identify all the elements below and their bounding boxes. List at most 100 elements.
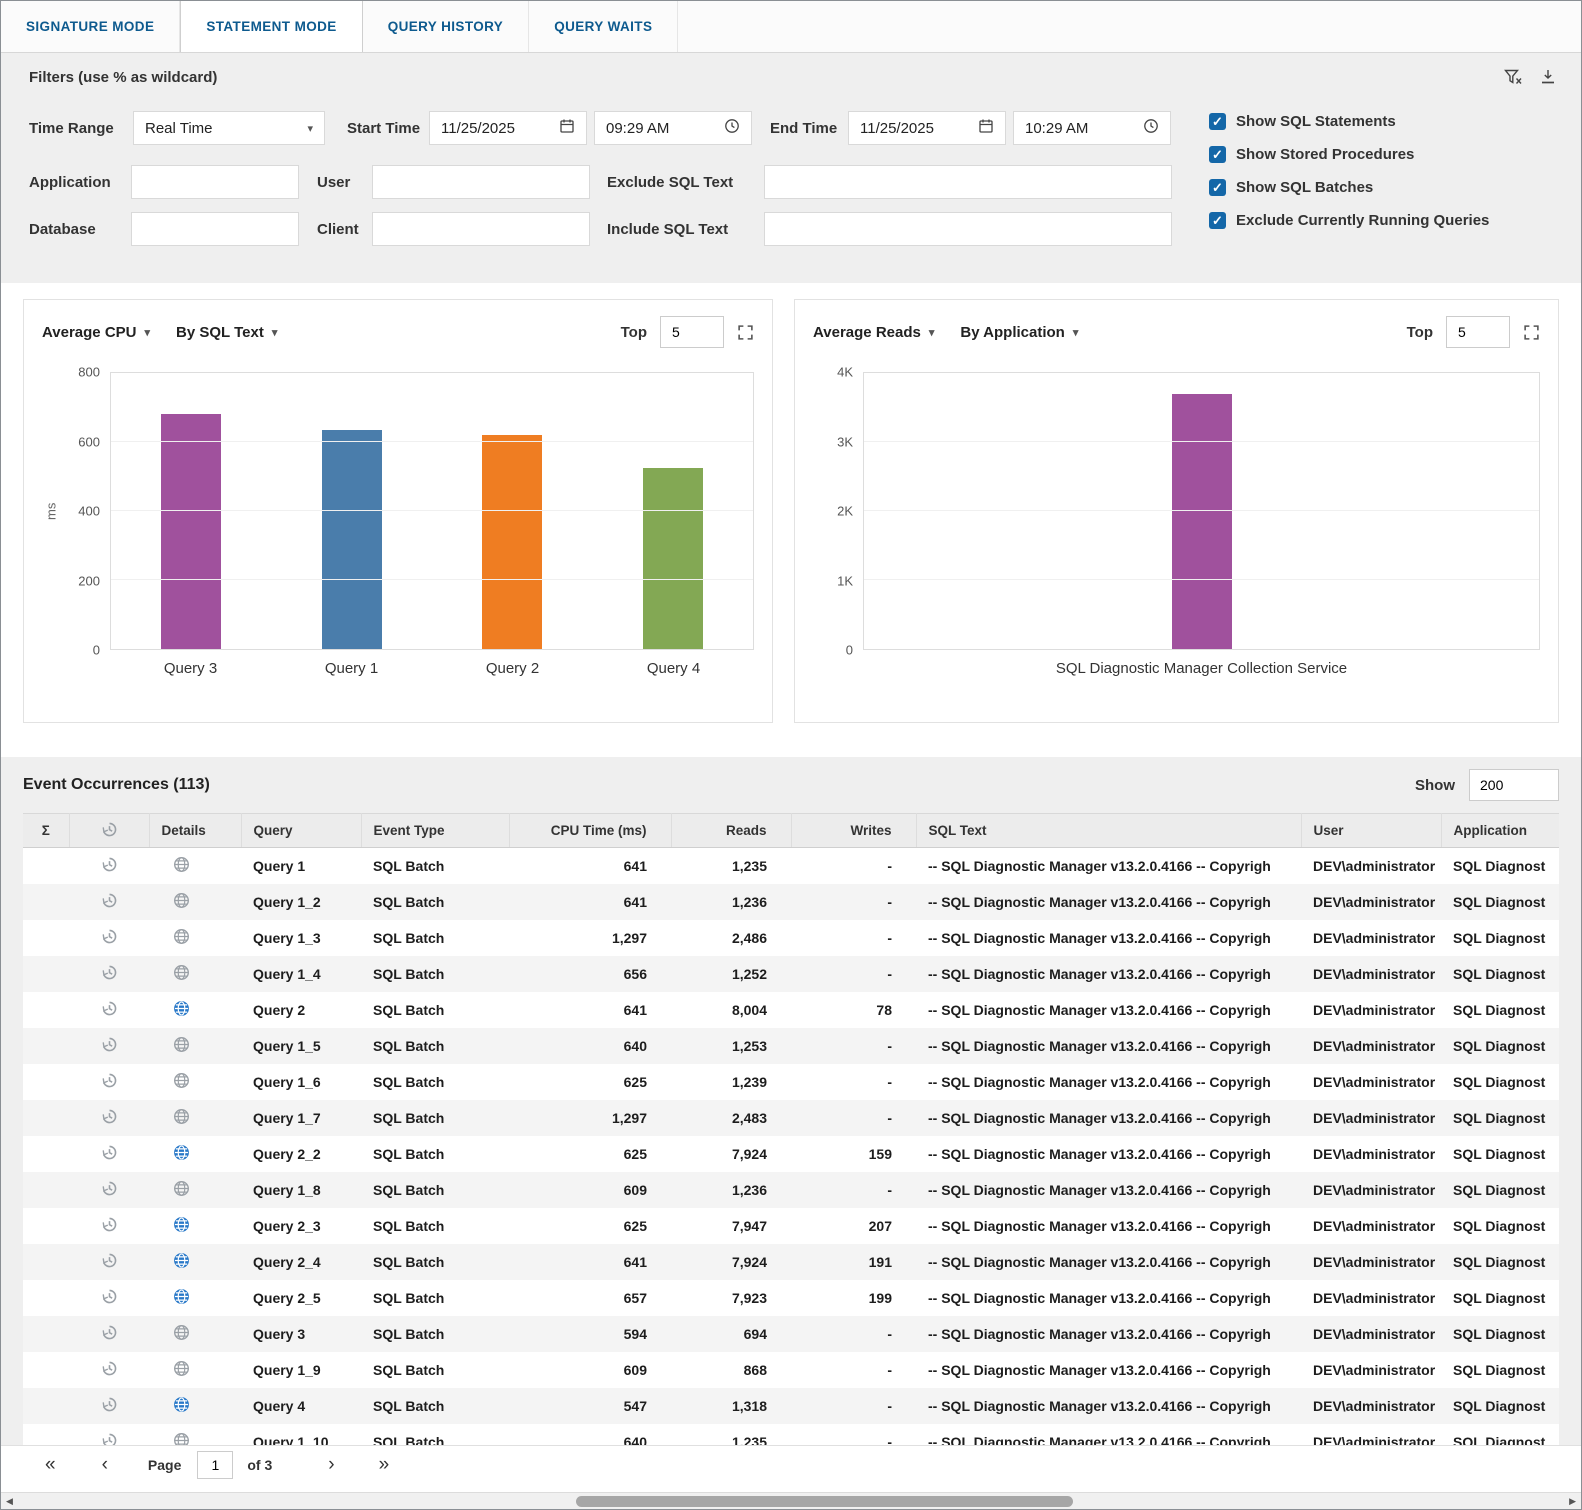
groupby-dropdown[interactable]: By SQL Text ▾ (176, 324, 277, 341)
history-icon[interactable] (101, 1328, 118, 1344)
details-cell[interactable] (149, 956, 241, 992)
checkbox-exclude-currently-running-queries[interactable]: ✓Exclude Currently Running Queries (1209, 212, 1489, 229)
details-cell[interactable] (149, 1064, 241, 1100)
history-cell[interactable] (69, 992, 149, 1028)
table-row[interactable]: Query 2_5SQL Batch6577,923199-- SQL Diag… (23, 1280, 1559, 1316)
details-globe-icon[interactable] (173, 1112, 190, 1128)
page-input[interactable] (197, 1451, 233, 1479)
details-cell[interactable] (149, 848, 241, 884)
details-globe-icon[interactable] (173, 1328, 190, 1344)
details-globe-icon[interactable] (173, 1292, 190, 1308)
details-cell[interactable] (149, 1388, 241, 1424)
history-cell[interactable] (69, 1424, 149, 1446)
history-icon[interactable] (101, 1364, 118, 1380)
details-cell[interactable] (149, 884, 241, 920)
chart-bar-sql-diagnostic-manager-collection-service[interactable] (1172, 394, 1232, 649)
table-row[interactable]: Query 1_8SQL Batch6091,236--- SQL Diagno… (23, 1172, 1559, 1208)
chart-bar-query-2[interactable] (482, 435, 542, 649)
expand-chart-icon[interactable] (737, 324, 754, 341)
details-globe-icon[interactable] (173, 1436, 190, 1446)
details-cell[interactable] (149, 1028, 241, 1064)
history-icon[interactable] (101, 1112, 118, 1128)
metric-dropdown[interactable]: Average Reads ▾ (813, 324, 934, 341)
details-cell[interactable] (149, 1316, 241, 1352)
history-column-header[interactable] (69, 814, 149, 848)
history-icon[interactable] (101, 1256, 118, 1272)
table-row[interactable]: Query 2SQL Batch6418,00478-- SQL Diagnos… (23, 992, 1559, 1028)
application-column-header[interactable]: Application (1441, 814, 1559, 848)
details-globe-icon[interactable] (173, 1184, 190, 1200)
history-icon[interactable] (101, 932, 118, 948)
history-cell[interactable] (69, 1388, 149, 1424)
history-cell[interactable] (69, 1028, 149, 1064)
details-globe-icon[interactable] (173, 932, 190, 948)
table-row[interactable]: Query 1_9SQL Batch609868--- SQL Diagnost… (23, 1352, 1559, 1388)
scroll-right-arrow[interactable]: ▶ (1569, 1494, 1576, 1509)
application-input[interactable] (131, 165, 299, 199)
chart-bar-query-4[interactable] (643, 468, 703, 649)
reads-column-header[interactable]: Reads (671, 814, 791, 848)
table-row[interactable]: Query 1SQL Batch6411,235--- SQL Diagnost… (23, 848, 1559, 884)
details-globe-icon[interactable] (173, 896, 190, 912)
history-cell[interactable] (69, 1244, 149, 1280)
client-input[interactable] (372, 212, 590, 246)
details-cell[interactable] (149, 1100, 241, 1136)
details-globe-icon[interactable] (173, 860, 190, 876)
chart-bar-query-3[interactable] (161, 414, 221, 649)
details-globe-icon[interactable] (173, 1400, 190, 1416)
details-globe-icon[interactable] (173, 1220, 190, 1236)
table-row[interactable]: Query 3SQL Batch594694--- SQL Diagnostic… (23, 1316, 1559, 1352)
include-sql-input[interactable] (764, 212, 1172, 246)
table-row[interactable]: Query 4SQL Batch5471,318--- SQL Diagnost… (23, 1388, 1559, 1424)
cpu-time-column-header[interactable]: CPU Time (ms) (509, 814, 671, 848)
show-count-input[interactable] (1469, 769, 1559, 801)
details-globe-icon[interactable] (173, 968, 190, 984)
checkbox-show-stored-procedures[interactable]: ✓Show Stored Procedures (1209, 146, 1489, 163)
history-icon[interactable] (101, 1076, 118, 1092)
history-cell[interactable] (69, 1136, 149, 1172)
next-page-button[interactable]: › (328, 1455, 334, 1474)
history-icon[interactable] (101, 1436, 118, 1446)
time-range-select[interactable]: Real Time ▾ (133, 111, 325, 145)
user-column-header[interactable]: User (1301, 814, 1441, 848)
checkbox-checked-icon[interactable]: ✓ (1209, 146, 1226, 163)
history-cell[interactable] (69, 1316, 149, 1352)
table-row[interactable]: Query 1_4SQL Batch6561,252--- SQL Diagno… (23, 956, 1559, 992)
tab-statement-mode[interactable]: STATEMENT MODE (180, 1, 362, 52)
table-row[interactable]: Query 1_2SQL Batch6411,236--- SQL Diagno… (23, 884, 1559, 920)
details-cell[interactable] (149, 1136, 241, 1172)
details-cell[interactable] (149, 1424, 241, 1446)
table-row[interactable]: Query 1_10SQL Batch6401,235--- SQL Diagn… (23, 1424, 1559, 1446)
details-globe-icon[interactable] (173, 1148, 190, 1164)
details-cell[interactable] (149, 1172, 241, 1208)
sigma-column-header[interactable]: Σ (23, 814, 69, 848)
history-icon[interactable] (101, 1004, 118, 1020)
expand-chart-icon[interactable] (1523, 324, 1540, 341)
last-page-button[interactable]: » (379, 1455, 390, 1474)
table-row[interactable]: Query 1_5SQL Batch6401,253--- SQL Diagno… (23, 1028, 1559, 1064)
database-input[interactable] (131, 212, 299, 246)
history-icon[interactable] (101, 1400, 118, 1416)
history-cell[interactable] (69, 956, 149, 992)
table-row[interactable]: Query 1_7SQL Batch1,2972,483--- SQL Diag… (23, 1100, 1559, 1136)
details-globe-icon[interactable] (173, 1004, 190, 1020)
tab-signature-mode[interactable]: SIGNATURE MODE (1, 1, 180, 52)
tab-query-waits[interactable]: QUERY WAITS (529, 1, 678, 52)
history-icon[interactable] (101, 1292, 118, 1308)
table-row[interactable]: Query 2_4SQL Batch6417,924191-- SQL Diag… (23, 1244, 1559, 1280)
table-row[interactable]: Query 2_2SQL Batch6257,924159-- SQL Diag… (23, 1136, 1559, 1172)
event-type-column-header[interactable]: Event Type (361, 814, 509, 848)
top-count-input[interactable] (1446, 316, 1510, 348)
sql-text-column-header[interactable]: SQL Text (916, 814, 1301, 848)
history-cell[interactable] (69, 884, 149, 920)
history-icon[interactable] (101, 860, 118, 876)
table-row[interactable]: Query 1_6SQL Batch6251,239--- SQL Diagno… (23, 1064, 1559, 1100)
end-clock-input[interactable]: 10:29 AM (1013, 111, 1171, 145)
details-globe-icon[interactable] (173, 1364, 190, 1380)
details-cell[interactable] (149, 920, 241, 956)
checkbox-show-sql-batches[interactable]: ✓Show SQL Batches (1209, 179, 1489, 196)
scroll-left-arrow[interactable]: ◀ (6, 1494, 13, 1509)
exclude-sql-input[interactable] (764, 165, 1172, 199)
checkbox-checked-icon[interactable]: ✓ (1209, 179, 1226, 196)
checkbox-show-sql-statements[interactable]: ✓Show SQL Statements (1209, 113, 1489, 130)
